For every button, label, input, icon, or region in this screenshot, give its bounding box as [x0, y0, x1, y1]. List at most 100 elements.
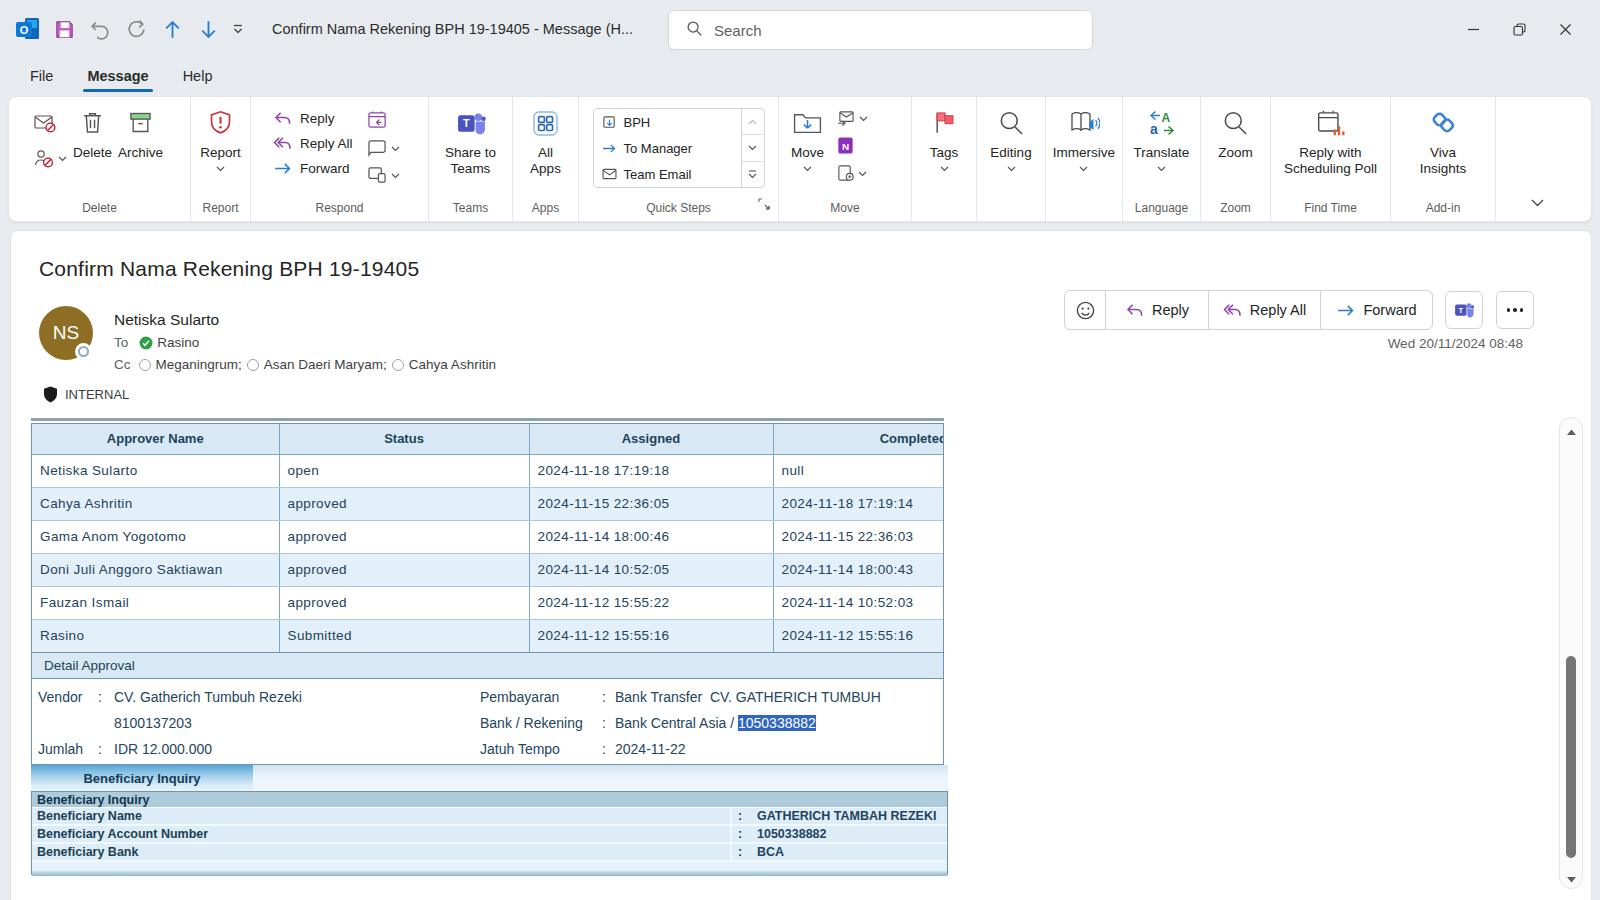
onenote-button[interactable]: N [836, 136, 868, 155]
meeting-button[interactable] [367, 110, 400, 130]
quick-step-icon [602, 168, 617, 180]
editing-button[interactable]: Editing [990, 97, 1031, 221]
im-reply-button[interactable] [367, 139, 400, 157]
title-bar: O Confirm Nama Rekening BPH 19-19405 - M… [0, 0, 1600, 60]
beneficiary-tab-row: Beneficiary Inquiry [31, 765, 948, 791]
ribbon-group-respond: Reply Reply All Forward [251, 97, 429, 221]
group-label-move: Move [779, 201, 911, 215]
close-button[interactable] [1542, 8, 1588, 50]
smiley-icon [1075, 300, 1096, 321]
recipient-cc[interactable]: Cahya Ashritin [409, 357, 496, 372]
group-label-quick-steps: Quick Steps [579, 201, 778, 215]
ribbon-group-move: Move N Move [779, 97, 912, 221]
pembayaran-value: Bank Transfer CV. GATHERICH TUMBUH [615, 689, 881, 705]
block-sender-button[interactable] [33, 148, 67, 169]
presence-unknown-icon [139, 359, 151, 371]
zoom-icon [1221, 109, 1249, 141]
reactions-button[interactable] [1064, 290, 1106, 330]
selected-text: 1050338882 [738, 715, 816, 731]
quick-steps-scroll-down[interactable] [742, 135, 764, 161]
rules-button[interactable] [836, 110, 868, 127]
save-button[interactable] [50, 14, 78, 44]
body-top-rule [31, 418, 944, 421]
beneficiary-row: Beneficiary Account Number : 1050338882 [32, 826, 947, 844]
ribbon-filler [1496, 97, 1592, 221]
quick-step-to-manager[interactable]: To Manager [594, 135, 741, 161]
table-row: Cahya Ashritinapproved2024-11-15 22:36:0… [32, 487, 944, 520]
bank-value: Bank Central Asia / 1050338882 [615, 715, 816, 731]
share-to-teams-button-header[interactable]: T [1445, 291, 1483, 329]
scrollbar-up-arrow[interactable] [1565, 426, 1578, 438]
svg-text:T: T [1459, 305, 1464, 314]
beneficiary-bottom-bar [32, 871, 947, 876]
ribbon-group-delete: Delete Archive Delete [9, 97, 191, 221]
quick-steps-dialog-launcher[interactable] [758, 196, 770, 214]
forward-button-header[interactable]: Forward [1320, 290, 1433, 330]
archive-icon [127, 109, 154, 141]
actions-button[interactable] [836, 164, 868, 182]
trash-icon [79, 109, 106, 141]
forward-attachment-button[interactable] [367, 166, 400, 184]
all-apps-icon [531, 109, 560, 141]
svg-text:A: A [1161, 111, 1170, 125]
quick-steps-scroll-up[interactable] [742, 109, 764, 135]
magnifier-icon [997, 109, 1025, 141]
beneficiary-row: Beneficiary Bank : BCA [32, 844, 947, 862]
reply-button[interactable]: Reply [273, 111, 353, 126]
reply-all-button-header[interactable]: Reply All [1208, 290, 1321, 330]
tags-button[interactable]: Tags [930, 97, 959, 221]
redo-button[interactable] [122, 14, 150, 44]
menu-file[interactable]: File [28, 64, 55, 88]
minimize-button[interactable] [1450, 8, 1496, 50]
bank-label: Bank / Rekening [480, 715, 583, 731]
recipient-cc[interactable]: Asan Daeri Maryam; [264, 357, 387, 372]
menu-message[interactable]: Message [85, 64, 150, 88]
reply-button-header[interactable]: Reply [1105, 290, 1209, 330]
immersive-reader-icon [1068, 109, 1100, 141]
quick-step-team-email[interactable]: Team Email [594, 161, 741, 187]
collapse-ribbon-chevron[interactable] [1531, 193, 1544, 211]
svg-text:T: T [463, 117, 470, 129]
reply-all-icon [273, 136, 292, 151]
ribbon-group-report: Report Report [191, 97, 251, 221]
menu-help[interactable]: Help [181, 64, 215, 88]
scrollbar-thumb[interactable] [1566, 656, 1576, 858]
ribbon-group-quick-steps: BPH To Manager Team Email [579, 97, 779, 221]
reply-all-button[interactable]: Reply All [273, 136, 353, 151]
table-row: RasinoSubmitted2024-11-12 15:55:162024-1… [32, 619, 944, 652]
group-label-delete: Delete [9, 201, 190, 215]
ignore-button[interactable] [33, 113, 67, 134]
window-title: Confirm Nama Rekening BPH 19-19405 - Mes… [272, 21, 633, 37]
group-label-find-time: Find Time [1271, 201, 1390, 215]
ribbon-group-editing: Editing [977, 97, 1046, 221]
flag-icon [931, 109, 958, 141]
group-label-addin: Add-in [1391, 201, 1495, 215]
outlook-app-icon: O [14, 14, 42, 44]
quick-steps-box: BPH To Manager Team Email [593, 108, 765, 188]
undo-button[interactable] [86, 14, 114, 44]
restore-button[interactable] [1496, 8, 1542, 50]
move-up-button[interactable] [158, 14, 186, 44]
table-row: Doni Juli Anggoro Saktiawanapproved2024-… [32, 553, 944, 586]
immersive-button[interactable]: Immersive [1053, 97, 1115, 221]
beneficiary-header: Beneficiary Inquiry [32, 792, 947, 808]
forward-button[interactable]: Forward [273, 161, 353, 176]
more-icon [1507, 308, 1524, 312]
quick-steps-more[interactable] [742, 162, 764, 187]
quick-step-bph[interactable]: BPH [594, 109, 741, 135]
table-row: Gama Anom Yogotomoapproved2024-11-14 18:… [32, 520, 944, 553]
scrollbar-down-arrow[interactable] [1565, 874, 1578, 886]
recipient-to[interactable]: Rasino [157, 335, 199, 350]
vendor-account: 8100137203 [114, 715, 192, 731]
search-box[interactable] [668, 10, 1093, 50]
jatuh-tempo-value: 2024-11-22 [615, 741, 686, 757]
more-actions-button[interactable] [1496, 291, 1534, 329]
svg-text:a: a [1150, 121, 1158, 137]
customize-qat-chevron-icon[interactable] [230, 14, 246, 44]
beneficiary-empty-row [32, 862, 947, 871]
search-input[interactable] [714, 22, 1014, 39]
recipient-cc[interactable]: Meganingrum; [156, 357, 242, 372]
move-down-button[interactable] [194, 14, 222, 44]
sender-name[interactable]: Netiska Sularto [114, 311, 219, 329]
quick-access-toolbar: O [14, 14, 246, 44]
